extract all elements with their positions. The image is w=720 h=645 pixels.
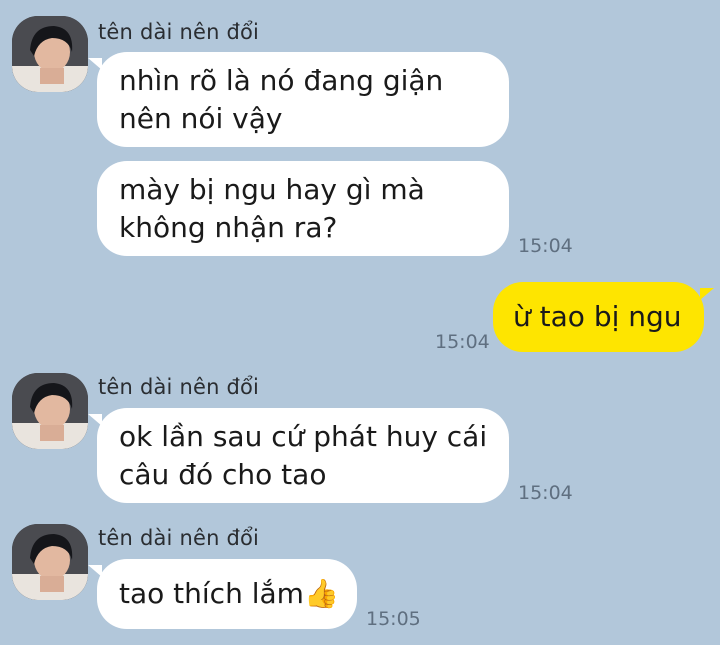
sender-name: tên dài nên đổi bbox=[98, 375, 260, 399]
avatar[interactable] bbox=[12, 524, 88, 600]
message-text: ok lần sau cứ phát huy cái bbox=[119, 419, 488, 453]
message-text: tao thích lắm bbox=[119, 577, 304, 610]
message-bubble[interactable]: mày bị ngu hay gì mà không nhận ra? bbox=[97, 161, 509, 256]
thumbs-up-icon: 👍 bbox=[303, 577, 339, 610]
message-text: không nhận ra? bbox=[119, 210, 338, 244]
message-timestamp: 15:04 bbox=[435, 331, 490, 353]
message-text: câu đó cho tao bbox=[119, 457, 327, 491]
message-bubble-outgoing[interactable]: ừ tao bị ngu bbox=[493, 282, 714, 352]
message-text: nhìn rõ là nó đang giận bbox=[119, 63, 444, 97]
message-text: ừ tao bị ngu bbox=[513, 300, 682, 333]
avatar[interactable] bbox=[12, 373, 88, 449]
message-bubble[interactable]: tao thích lắm👍 bbox=[88, 559, 357, 629]
message-timestamp: 15:04 bbox=[518, 482, 573, 504]
message-bubble[interactable]: ok lần sau cứ phát huy cái câu đó cho ta… bbox=[88, 408, 509, 503]
sender-name: tên dài nên đổi bbox=[98, 526, 260, 550]
message-timestamp: 15:04 bbox=[518, 235, 573, 257]
message-text: mày bị ngu hay gì mà bbox=[119, 172, 425, 206]
avatar[interactable] bbox=[12, 16, 88, 92]
message-bubble[interactable]: nhìn rõ là nó đang giận nên nói vậy bbox=[88, 52, 509, 147]
message-text-row: tao thích lắm👍 bbox=[119, 575, 339, 613]
message-text: nên nói vậy bbox=[119, 101, 283, 135]
sender-name: tên dài nên đổi bbox=[98, 20, 260, 44]
message-timestamp: 15:05 bbox=[366, 608, 421, 630]
